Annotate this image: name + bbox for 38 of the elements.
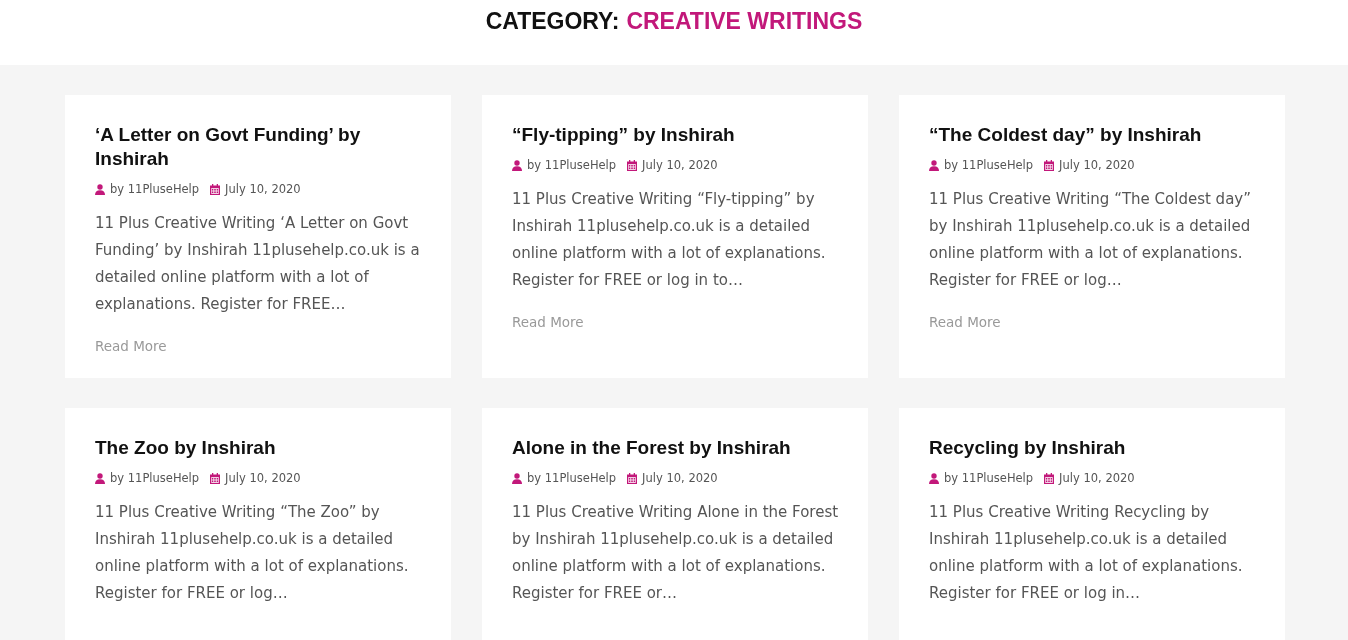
post-title[interactable]: The Zoo by Inshirah (95, 436, 423, 460)
post-title[interactable]: ‘A Letter on Govt Funding’ by Inshirah (95, 123, 423, 171)
post-author[interactable]: by 11PluseHelp (110, 182, 200, 196)
category-label: CATEGORY: (485, 8, 620, 35)
post-excerpt: 11 Plus Creative Writing “Fly-tipping” by Inshirah 11plusehelp.co.uk is a detailed online platform with a lot of explanations. Register for FREE or log in to… (512, 189, 827, 291)
post-date[interactable]: July 10, 2020 (225, 471, 301, 485)
post-author[interactable]: by 11PluseHelp (527, 471, 617, 485)
post-date[interactable]: July 10, 2020 (1059, 158, 1135, 172)
post-author[interactable]: by 11PluseHelp (527, 158, 617, 172)
post-excerpt: 11 Plus Creative Writing ‘A Letter on Govt Funding’ by Inshirah 11plusehelp.co.uk is a detailed online platform with a lot of explanations. Register for FREE… (95, 213, 421, 315)
post-excerpt: 11 Plus Creative Writing Alone in the Forest by Inshirah 11plusehelp.co.uk is a detailed online platform with a lot of explanations. Register for FREE or… (512, 502, 840, 604)
post-date[interactable]: July 10, 2020 (642, 471, 718, 485)
post-title[interactable]: “Fly-tipping” by Inshirah (512, 123, 840, 147)
post-author[interactable]: by 11PluseHelp (944, 158, 1034, 172)
calendar-icon (627, 472, 638, 484)
post-title[interactable]: Alone in the Forest by Inshirah (512, 436, 840, 460)
category-name: CREATIVE WRITINGS (626, 8, 863, 35)
post-excerpt: 11 Plus Creative Writing “The Zoo” by Inshirah 11plusehelp.co.uk is a detailed online platform with a lot of explanations. Register for FREE or log… (95, 502, 410, 604)
calendar-icon (1044, 472, 1055, 484)
post-title[interactable]: “The Coldest day” by Inshirah (929, 123, 1257, 147)
post-title[interactable]: Recycling by Inshirah (929, 436, 1257, 460)
calendar-icon (210, 472, 221, 484)
calendar-icon (627, 159, 638, 171)
user-icon (929, 159, 939, 171)
user-icon (512, 159, 522, 171)
calendar-icon (210, 183, 221, 195)
post-author[interactable]: by 11PluseHelp (944, 471, 1034, 485)
post-date[interactable]: July 10, 2020 (225, 182, 301, 196)
post-date[interactable]: July 10, 2020 (1059, 471, 1135, 485)
user-icon (929, 472, 939, 484)
user-icon (95, 472, 105, 484)
user-icon (512, 472, 522, 484)
post-author[interactable]: by 11PluseHelp (110, 471, 200, 485)
user-icon (95, 183, 105, 195)
calendar-icon (1044, 159, 1055, 171)
post-excerpt: 11 Plus Creative Writing Recycling by Inshirah 11plusehelp.co.uk is a detailed online platform with a lot of explanations. Register for FREE or log in… (929, 502, 1244, 604)
post-excerpt: 11 Plus Creative Writing “The Coldest day” by Inshirah 11plusehelp.co.uk is a detailed online platform with a lot of explanations. Register for FREE or log… (929, 189, 1252, 291)
post-date[interactable]: July 10, 2020 (642, 158, 718, 172)
